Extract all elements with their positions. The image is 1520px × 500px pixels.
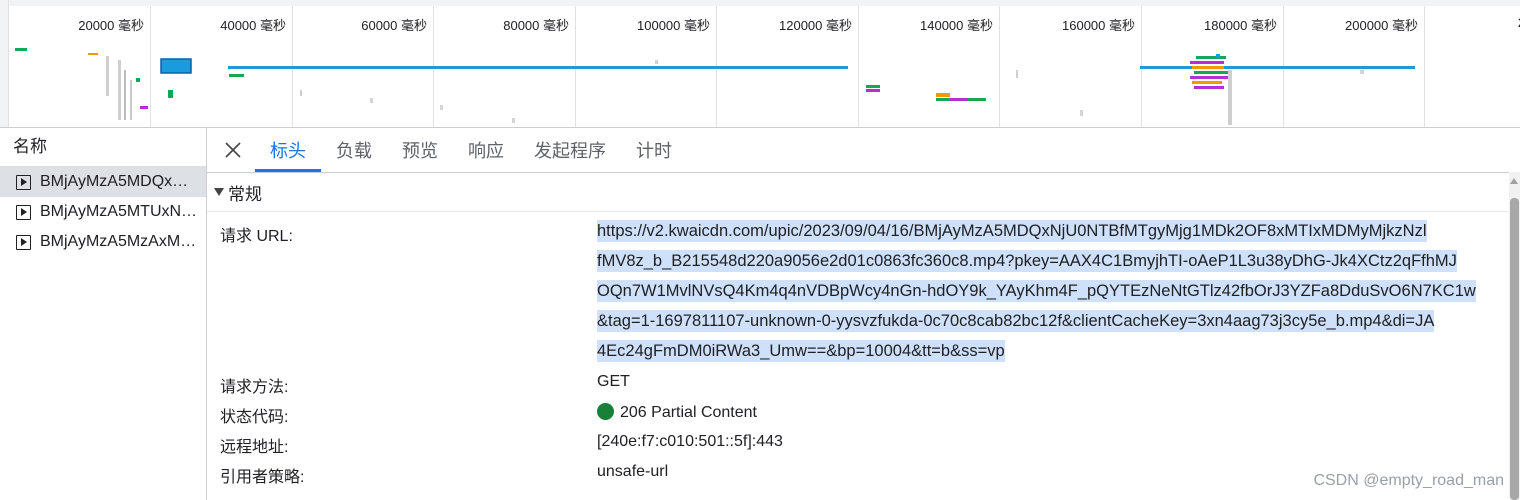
tab-initiator[interactable]: 发起程序 (519, 128, 621, 172)
url-line: fMV8z_b_B215548d220a9056e2d01c0863fc360c… (597, 250, 1457, 272)
scrollbar-thumb[interactable] (1510, 198, 1519, 500)
request-detail-panel: 标头 负载 预览 响应 发起程序 计时 常规 请求 URL: https://v… (207, 128, 1520, 500)
general-section-toggle[interactable]: 常规 (207, 173, 1520, 212)
referrer-policy-label: 引用者策略: (220, 469, 305, 486)
timeline-overview[interactable]: 20000 毫秒 40000 毫秒 60000 毫秒 80000 毫秒 1000… (0, 0, 1520, 128)
status-code-value[interactable]: 206 Partial Content (597, 403, 757, 422)
timeline-waterfall (15, 48, 1415, 125)
request-row[interactable]: BMjAyMzA5MzAxMDEyMzRfMTgyMjg1MDk2OF8xMTQ… (0, 227, 206, 257)
watermark: CSDN @empty_road_man (1313, 472, 1504, 489)
media-icon (16, 174, 31, 190)
url-line: https://v2.kwaicdn.com/upic/2023/09/04/1… (597, 220, 1427, 242)
remote-address-value[interactable]: [240e:f7:c010:501::5f]:443 (597, 433, 783, 451)
request-method-label: 请求方法: (220, 379, 289, 396)
request-name: BMjAyMzA5MzAxMDEyMzRfMTgyMjg1MDk2OF8xMTQ… (40, 233, 198, 250)
remote-address-label: 远程地址: (220, 439, 289, 456)
request-url-label: 请求 URL: (220, 228, 293, 245)
request-method-value[interactable]: GET (597, 373, 630, 391)
tab-payload[interactable]: 负载 (321, 128, 387, 172)
request-row-selected[interactable]: BMjAyMzA5MDQxNjU0NTBfMTgyMjg1MDk2OF8xMTI… (0, 167, 206, 197)
request-name: BMjAyMzA5MTUxNTQ3MzVfMTgyMjg1MDk2OF8xMTM… (40, 203, 198, 220)
url-line: 4Ec24gFmDM0iRWa3_Umw==&bp=10004&tt=b&ss=… (597, 340, 1005, 362)
scroll-up-icon[interactable] (1510, 178, 1518, 184)
status-dot-icon (597, 403, 614, 420)
tab-timing[interactable]: 计时 (621, 128, 687, 172)
media-icon (16, 204, 31, 220)
url-line: &tag=1-1697811107-unknown-0-yysvzfukda-0… (597, 310, 1435, 332)
request-name: BMjAyMzA5MDQxNjU0NTBfMTgyMjg1MDk2OF8xMTI… (40, 173, 198, 190)
request-url-value[interactable]: https://v2.kwaicdn.com/upic/2023/09/04/1… (597, 216, 1509, 366)
detail-scrollbar[interactable] (1509, 172, 1520, 500)
triangle-down-icon (214, 188, 224, 196)
close-detail-button[interactable] (211, 128, 255, 172)
referrer-policy-value[interactable]: unsafe-url (597, 463, 668, 481)
status-code-label: 状态代码: (220, 409, 289, 426)
url-line: OQn7W1MvlNVsQ4Km4q4nVDBpWcy4nGn-hdOY9k_Y… (597, 280, 1476, 302)
tab-headers[interactable]: 标头 (255, 128, 321, 172)
tab-response[interactable]: 响应 (453, 128, 519, 172)
name-column-header[interactable]: 名称 (0, 128, 206, 167)
detail-tabbar: 标头 负载 预览 响应 发起程序 计时 (207, 128, 1520, 173)
tab-preview[interactable]: 预览 (387, 128, 453, 172)
request-list: 名称 BMjAyMzA5MDQxNjU0NTBfMTgyMjg1MDk2OF8x… (0, 128, 207, 500)
general-section-title: 常规 (228, 184, 262, 204)
status-code-text: 206 Partial Content (620, 404, 757, 421)
request-row[interactable]: BMjAyMzA5MTUxNTQ3MzVfMTgyMjg1MDk2OF8xMTM… (0, 197, 206, 227)
media-icon (16, 234, 31, 250)
close-icon (225, 142, 241, 158)
